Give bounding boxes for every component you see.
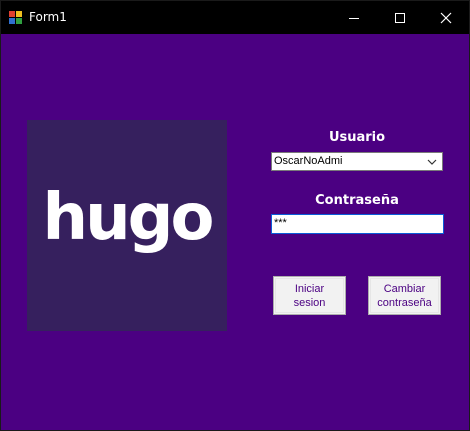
minimize-button[interactable] [331, 1, 377, 34]
user-combobox-value: OscarNoAdmi [274, 155, 343, 167]
change-password-button-line1: Cambiar [383, 282, 426, 295]
logo-panel: hugo [27, 120, 227, 331]
window-title: Form1 [29, 10, 67, 24]
change-password-button[interactable]: Cambiar contraseña [368, 276, 441, 315]
password-label: Contraseña [315, 193, 399, 208]
chevron-down-icon[interactable] [426, 156, 438, 168]
title-bar[interactable]: Form1 [1, 1, 469, 34]
login-button-line1: Iniciar [294, 282, 325, 295]
maximize-button[interactable] [377, 1, 423, 34]
login-button[interactable]: Iniciar sesion [273, 276, 346, 315]
form1-window: Form1 hugo Usuario OscarNoAdmi Contraseñ… [0, 0, 470, 431]
change-password-button-line2: contraseña [377, 296, 432, 309]
user-label: Usuario [328, 130, 386, 145]
close-icon [440, 12, 452, 23]
hugo-logo: hugo [42, 181, 215, 255]
user-combobox[interactable]: OscarNoAdmi [271, 152, 443, 171]
maximize-icon [395, 12, 405, 23]
password-field[interactable]: *** [271, 214, 444, 234]
password-field-value: *** [274, 217, 287, 229]
close-button[interactable] [423, 1, 469, 34]
minimize-icon [349, 17, 359, 19]
app-form-icon[interactable] [9, 11, 22, 24]
login-button-line2: sesion [293, 296, 326, 309]
